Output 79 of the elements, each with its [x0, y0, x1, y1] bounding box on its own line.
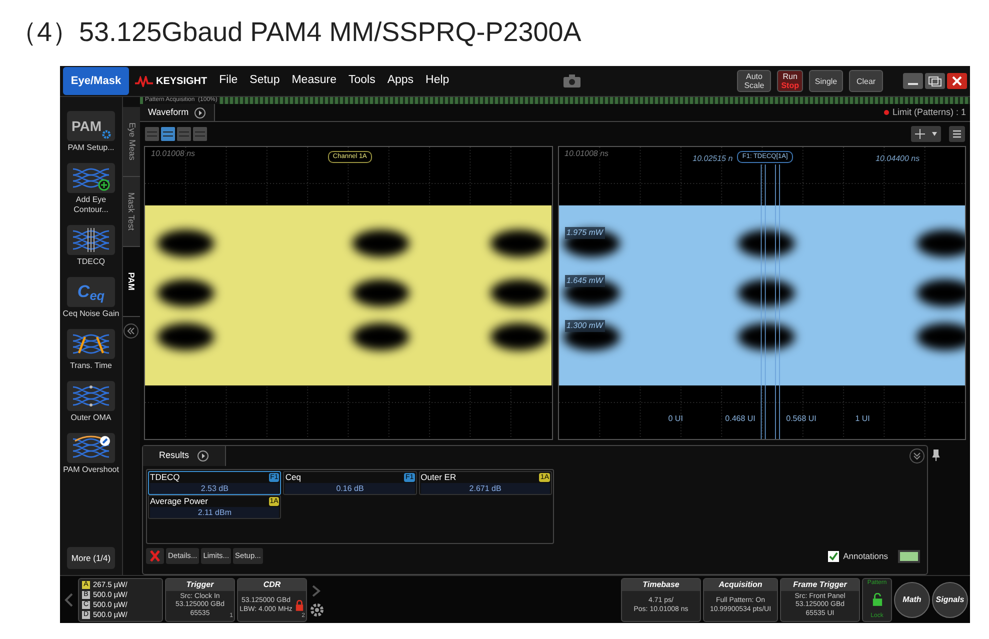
time-marker-label: 10.04400 ns [876, 153, 920, 165]
panel-title: Trigger [166, 578, 234, 590]
result-value: 0.16 dB [285, 483, 415, 494]
camera-icon[interactable] [563, 74, 582, 88]
measurement-button[interactable]: PAM [67, 111, 115, 141]
menu-item[interactable]: Measure [292, 72, 336, 90]
measurement-label: PAM Setup... [66, 143, 116, 153]
ui-label: 0 UI [668, 413, 683, 425]
restore-icon[interactable] [925, 73, 945, 89]
toolbar-button[interactable]: Run Stop [777, 70, 803, 92]
measurement-label: Ceq Noise Gain [62, 309, 120, 319]
menu-item[interactable]: Setup [250, 72, 280, 90]
menu-item[interactable]: Apps [387, 72, 414, 90]
measurement-label: Add Eye Contour... [72, 195, 110, 215]
toolbar-button[interactable]: Clear [849, 70, 883, 92]
round-button[interactable]: Math [894, 582, 930, 618]
eye-diagram-icon [71, 227, 111, 253]
measurement-button[interactable] [67, 163, 115, 193]
timestamp-label: 10.01008 ns [151, 148, 196, 160]
measurement-button[interactable] [67, 433, 115, 463]
gear-icon[interactable] [309, 602, 325, 618]
level-label: 1.975 mW [564, 227, 605, 239]
pam-label: PAM [71, 116, 102, 136]
toolbar-button[interactable]: Single [809, 70, 843, 92]
menu-item[interactable]: Tools [348, 72, 376, 90]
side-tab[interactable]: Eye Meas [123, 107, 140, 177]
panel-title: Frame Trigger [781, 578, 859, 590]
gear-icon [102, 130, 111, 139]
move-dropdown-icon[interactable] [911, 126, 941, 142]
more-button[interactable]: More (1/4) [67, 547, 115, 569]
annotation-color-swatch[interactable] [898, 550, 920, 562]
timestamp-label: 10.01008 ns [564, 148, 609, 160]
minimize-icon[interactable] [903, 73, 923, 89]
limit-status: Limit (Patterns) : 1 [892, 106, 966, 119]
ceq-label: C$_{eq}$ [77, 281, 105, 305]
eye-diagram-icon [71, 383, 111, 409]
measurement-label: PAM Overshoot [62, 465, 120, 475]
play-icon[interactable] [197, 450, 210, 462]
panel-title: Acquisition [704, 578, 777, 590]
menu-item[interactable]: File [219, 72, 238, 90]
ui-label: 0.568 UI [786, 413, 816, 425]
wave-logo-icon [135, 76, 153, 86]
time-marker-label: 10.02515 n [692, 153, 733, 165]
level-label: 1.645 mW [564, 275, 605, 287]
result-name: Average Power [150, 496, 208, 507]
menu-icon[interactable] [949, 126, 965, 142]
collapse-down-icon[interactable] [909, 448, 925, 464]
menu-item[interactable]: Help [426, 72, 450, 90]
measurement-label: Trans. Time [69, 361, 113, 371]
result-name: Outer ER [420, 472, 456, 483]
measurement-button[interactable] [67, 225, 115, 255]
result-name: TDECQ [150, 472, 180, 483]
measurement-label: TDECQ [76, 257, 106, 267]
round-button[interactable]: Signals [932, 582, 968, 618]
result-value: 2.11 dBm [150, 507, 280, 518]
annotations-label: Annotations [843, 550, 888, 562]
unlock-icon [872, 593, 882, 606]
play-icon[interactable] [194, 106, 206, 118]
mode-button[interactable]: Eye/Mask [63, 67, 129, 95]
close-icon[interactable] [947, 73, 967, 89]
ui-label: 0.468 UI [725, 413, 756, 425]
result-value: 2.53 dB [150, 483, 280, 494]
collapse-icon[interactable] [123, 323, 139, 339]
page-title: （4）53.125Gbaud PAM4 MM/SSPRQ-P2300A [9, 16, 582, 49]
pin-icon[interactable] [932, 449, 940, 461]
ui-label: 1 UI [855, 413, 870, 425]
result-value: 2.671 dB [420, 483, 550, 494]
level-label: 1.300 mW [564, 320, 605, 332]
delete-icon[interactable] [146, 548, 164, 564]
check-icon [829, 552, 838, 560]
result-name: Ceq [285, 472, 301, 483]
annotations-checkbox[interactable] [828, 550, 840, 562]
measurement-label: Outer OMA [70, 413, 112, 423]
panel-title: Timebase [622, 578, 700, 590]
brand-name: KEYSIGHT [156, 74, 208, 88]
side-tab[interactable]: Mask Test [123, 177, 140, 247]
measurement-button[interactable] [67, 329, 115, 359]
toolbar-button[interactable]: Auto Scale [737, 70, 772, 92]
panel-title: CDR [238, 578, 306, 590]
